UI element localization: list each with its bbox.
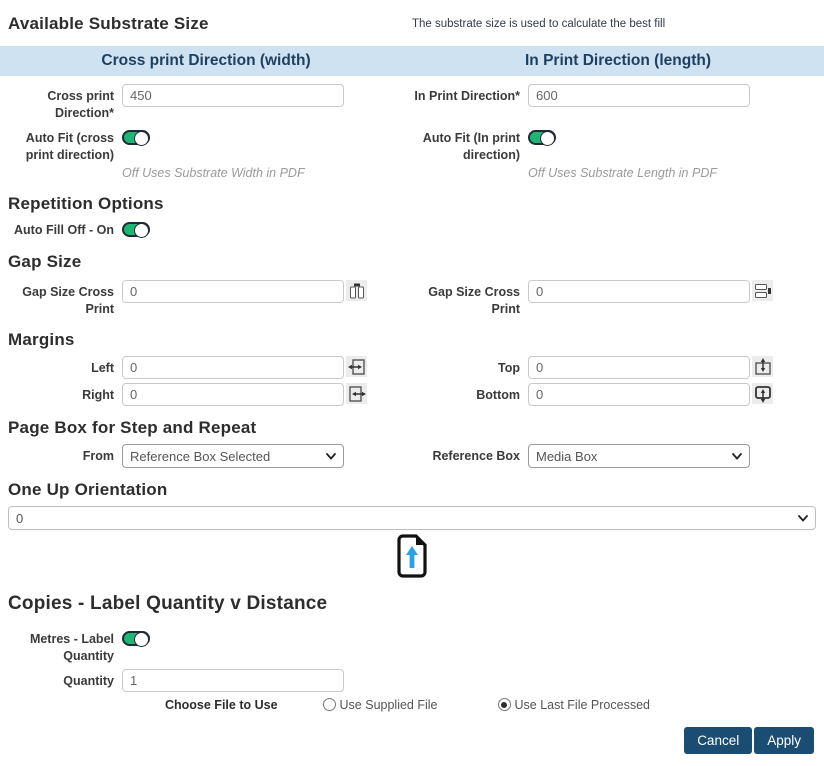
gap-in-input[interactable] [528,280,750,303]
margin-bottom-input[interactable] [528,383,750,406]
from-select-value: Reference Box Selected [130,449,270,464]
cross-print-direction-label: Cross print Direction* [8,84,122,122]
margin-right-label: Right [8,383,122,404]
one-up-orientation-value: 0 [16,511,23,526]
gap-between-columns-icon [346,280,367,301]
reference-box-select-value: Media Box [536,449,597,464]
radio-circle[interactable] [498,698,511,711]
auto-fit-in-toggle[interactable] [528,130,556,145]
margin-bottom-icon [752,383,773,404]
reference-box-select[interactable]: Media Box [528,444,750,468]
auto-fill-label: Auto Fill Off - On [8,222,122,239]
margin-right-input[interactable] [122,383,344,406]
reference-box-label: Reference Box [414,444,528,465]
cancel-button[interactable]: Cancel [684,727,752,754]
one-up-orientation-heading: One Up Orientation [0,480,824,500]
margin-bottom-label: Bottom [414,383,528,404]
step-and-repeat-settings-panel: Available Substrate Size The substrate s… [0,0,824,766]
radio-circle[interactable] [323,698,336,711]
auto-fit-cross-hint: Off Uses Substrate Width in PDF [122,166,410,180]
auto-fit-cross-toggle[interactable] [122,130,150,145]
margins-heading: Margins [0,330,824,350]
page-title: Available Substrate Size [8,14,412,34]
margin-left-input[interactable] [122,356,344,379]
gap-size-heading: Gap Size [0,252,824,272]
margin-top-icon [752,356,773,377]
from-select[interactable]: Reference Box Selected [122,444,344,468]
margin-top-label: Top [414,356,528,377]
gap-in-label: Gap Size Cross Print [414,280,528,318]
margin-left-label: Left [8,356,122,377]
from-label: From [8,444,122,465]
in-print-direction-input[interactable] [528,84,750,107]
chevron-down-icon [732,453,742,460]
column-header-cross-print: Cross print Direction (width) [0,52,412,70]
auto-fit-in-hint: Off Uses Substrate Length in PDF [528,166,816,180]
page-subtitle: The substrate size is used to calculate … [412,14,816,30]
margin-top-input[interactable] [528,356,750,379]
direction-header-band: Cross print Direction (width) In Print D… [0,46,824,76]
metres-label-quantity-label: Metres - Label Quantity [8,627,122,665]
quantity-input[interactable] [122,669,344,692]
auto-fit-cross-label: Auto Fit (cross print direction) [8,126,122,164]
metres-label-quantity-toggle[interactable] [122,631,150,646]
column-header-in-print: In Print Direction (length) [412,52,824,70]
gap-between-rows-icon [752,280,773,301]
radio-use-supplied-file[interactable]: Use Supplied File [323,698,438,712]
choose-file-label: Choose File to Use [165,698,278,712]
radio-use-last-file-processed-label: Use Last File Processed [515,698,650,712]
margin-right-icon [346,383,367,404]
one-up-orientation-select[interactable]: 0 [8,506,816,530]
quantity-label: Quantity [8,669,122,690]
gap-cross-input[interactable] [122,280,344,303]
auto-fill-toggle[interactable] [122,222,150,237]
auto-fit-in-label: Auto Fit (In print direction) [414,126,528,164]
copies-heading: Copies - Label Quantity v Distance [0,593,824,615]
margin-left-icon [346,356,367,377]
page-box-heading: Page Box for Step and Repeat [0,418,824,438]
radio-use-last-file-processed[interactable]: Use Last File Processed [498,698,650,712]
chevron-down-icon [798,515,808,522]
apply-button[interactable]: Apply [754,727,814,754]
repetition-options-heading: Repetition Options [0,194,824,214]
chevron-down-icon [326,453,336,460]
gap-cross-label: Gap Size Cross Print [8,280,122,318]
in-print-direction-label: In Print Direction* [414,84,528,105]
cross-print-direction-input[interactable] [122,84,344,107]
page-up-arrow-icon [397,534,427,583]
radio-use-supplied-file-label: Use Supplied File [340,698,438,712]
